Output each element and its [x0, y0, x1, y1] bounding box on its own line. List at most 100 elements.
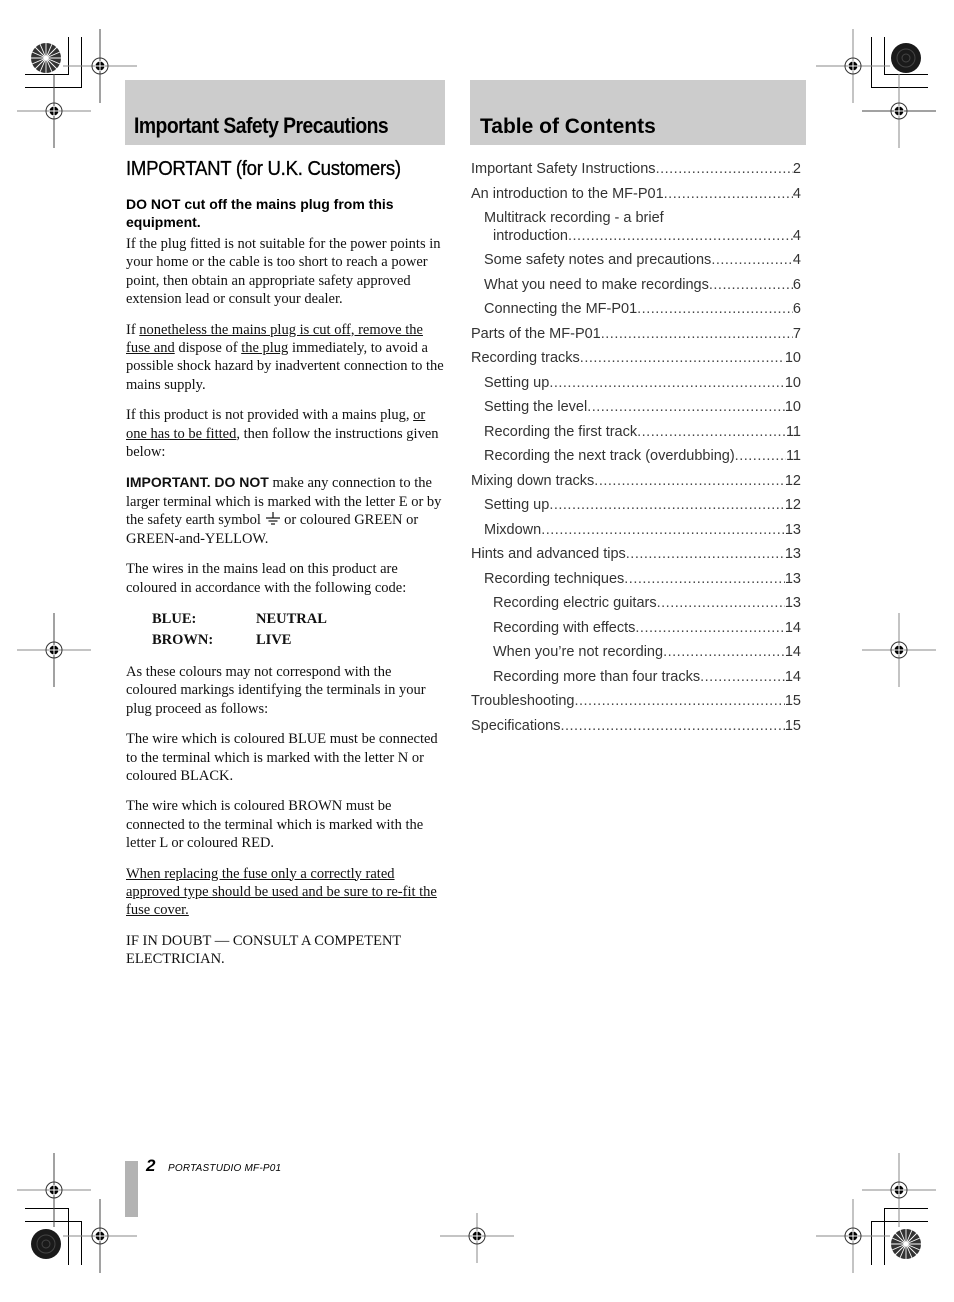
toc-entry-title: Setting up [484, 374, 550, 391]
toc-leader-dots [635, 616, 784, 641]
toc-header-box: Table of Contents [470, 80, 806, 145]
star-target-icon [891, 1229, 921, 1259]
text-run: If [126, 321, 140, 338]
toc-entry-title: Parts of the MF-P01 [471, 325, 601, 342]
paragraph-plug-cut-off: If nonetheless the mains plug is cut off… [126, 321, 444, 395]
toc-leader-dots [735, 444, 786, 469]
toc-entry[interactable]: When you’re not recording 14 [471, 640, 801, 665]
paragraph-earth-terminal-warning: IMPORTANT. DO NOT make any connection to… [126, 473, 444, 548]
toc-entry[interactable]: Parts of the MF-P01 7 [471, 322, 801, 347]
toc-page-number: 14 [784, 619, 801, 636]
toc-entry[interactable]: Setting up 12 [471, 493, 801, 518]
underlined-text: When replacing the fuse only a correctly… [126, 865, 437, 919]
toc-entry-title: Recording techniques [484, 570, 625, 587]
toc-leader-dots [663, 640, 785, 665]
wire-meaning: LIVE [256, 631, 292, 648]
toc-entry-title: Hints and advanced tips [471, 546, 626, 562]
toc-entry[interactable]: Mixing down tracks 12 [471, 469, 801, 494]
paragraph-plug-not-suitable: If the plug fitted is not suitable for t… [126, 236, 441, 308]
toc-entry-title: Recording electric guitars [493, 595, 657, 611]
toc-page-number: 6 [792, 301, 801, 317]
safety-section-title: Important Safety Precautions [134, 113, 389, 138]
toc-leader-dots [637, 297, 793, 322]
toc-page-number: 13 [784, 521, 801, 538]
table-of-contents: Important Safety Instructions 2 An introdu… [471, 157, 801, 738]
toc-page-number: 15 [784, 693, 801, 709]
toc-page-number: 15 [784, 717, 801, 734]
toc-entry[interactable]: What you need to make recordings 6 [471, 273, 801, 298]
paragraph-blue-wire: The wire which is coloured BLUE must be … [126, 731, 438, 784]
toc-leader-dots [601, 322, 793, 347]
paragraph-fuse-replacement: When replacing the fuse only a correctly… [126, 865, 444, 920]
toc-leader-dots [637, 420, 786, 445]
toc-page-number: 10 [784, 374, 801, 391]
toc-section-title: Table of Contents [480, 115, 656, 138]
toc-leader-dots [549, 493, 785, 518]
toc-leader-dots [624, 567, 785, 592]
toc-entry[interactable]: Connecting the MF-P01 6 [471, 297, 801, 322]
toc-entry[interactable]: Troubleshooting 15 [471, 689, 801, 714]
toc-entry[interactable]: Recording tracks 10 [471, 346, 801, 371]
do-not-cut-plug-subheading: DO NOT cut off the mains plug from this … [126, 196, 394, 230]
safety-header-box: Important Safety Precautions [125, 80, 445, 145]
paragraph-colours-may-not-correspond: As these colours may not correspond with… [126, 663, 426, 717]
toc-leader-dots [549, 371, 785, 396]
toc-entry[interactable]: Recording techniques 13 [471, 567, 801, 592]
toc-entry-title: Important Safety Instructions [471, 161, 656, 177]
paragraph-wire-colour-code: The wires in the mains lead on this prod… [126, 561, 407, 596]
toc-entry[interactable]: Recording with effects 14 [471, 616, 801, 641]
toc-leader-dots [700, 665, 785, 690]
toc-entry-title: Recording the next track (overdubbing) [484, 448, 735, 464]
toc-leader-dots [580, 346, 785, 371]
toc-entry-title: An introduction to the MF-P01 [471, 185, 664, 202]
wire-meaning: NEUTRAL [256, 610, 327, 627]
toc-entry[interactable]: Specifications 15 [471, 714, 801, 739]
toc-page-number: 7 [792, 325, 801, 342]
registration-mark-icon [17, 613, 91, 687]
toc-entry[interactable]: Recording the first track 11 [471, 420, 801, 445]
toc-leader-dots [664, 182, 793, 207]
toc-entry[interactable]: Mixdown 13 [471, 518, 801, 543]
toc-leader-dots [541, 518, 785, 543]
toc-leader-dots [574, 689, 784, 714]
toc-entry-title: When you’re not recording [493, 644, 664, 660]
toc-page-number: 4 [792, 228, 801, 244]
page-number: 2 [146, 1156, 156, 1175]
toc-entry[interactable]: Important Safety Instructions 2 [471, 157, 801, 182]
toc-page-number: 10 [784, 399, 801, 415]
toc-leader-dots [626, 542, 785, 567]
toc-leader-dots [560, 714, 784, 739]
toc-entry-title: Some safety notes and precautions [484, 252, 712, 268]
toc-page-number: 13 [784, 570, 801, 587]
toc-entry[interactable]: Recording electric guitars 13 [471, 591, 801, 616]
registration-mark-icon [862, 1153, 936, 1227]
toc-entry-title: Mixdown [484, 521, 542, 538]
toc-entry-title: Recording the first track [484, 423, 638, 440]
toc-entry[interactable]: Multitrack recording - a brief introducti… [471, 206, 801, 248]
registration-mark-icon [862, 613, 936, 687]
uk-customers-heading: IMPORTANT (for U.K. Customers) [126, 158, 401, 180]
toc-entry[interactable]: Hints and advanced tips 13 [471, 542, 801, 567]
toc-page-number: 6 [792, 276, 801, 293]
toc-entry-title: Setting up [484, 497, 550, 513]
toc-entry-title: Recording with effects [493, 619, 636, 636]
toc-entry-title: Setting the level [484, 399, 588, 415]
toc-entry[interactable]: Some safety notes and precautions 4 [471, 248, 801, 273]
toc-page-number: 2 [792, 161, 801, 177]
toc-entry-title: Connecting the MF-P01 [484, 301, 638, 317]
toc-leader-dots [656, 157, 793, 182]
toc-entry[interactable]: An introduction to the MF-P01 4 [471, 182, 801, 207]
toc-entry-title: What you need to make recordings [484, 276, 709, 293]
footer-product-name: PORTASTUDIO MF-P01 [168, 1163, 282, 1174]
toc-entry[interactable]: Setting up 10 [471, 371, 801, 396]
toc-page-number: 13 [784, 595, 801, 611]
toc-entry[interactable]: Setting the level 10 [471, 395, 801, 420]
toc-page-number: 13 [784, 546, 801, 562]
toc-entry[interactable]: Recording the next track (overdubbing) 11 [471, 444, 801, 469]
toc-entry-title: Troubleshooting [471, 693, 575, 709]
registration-mark-icon [440, 1213, 514, 1263]
toc-page-number: 11 [785, 448, 801, 464]
paragraph-no-mains-plug: If this product is not provided with a m… [126, 406, 444, 461]
toc-entry[interactable]: Recording more than four tracks 14 [471, 665, 801, 690]
important-do-not-label: IMPORTANT. DO NOT [126, 474, 269, 491]
